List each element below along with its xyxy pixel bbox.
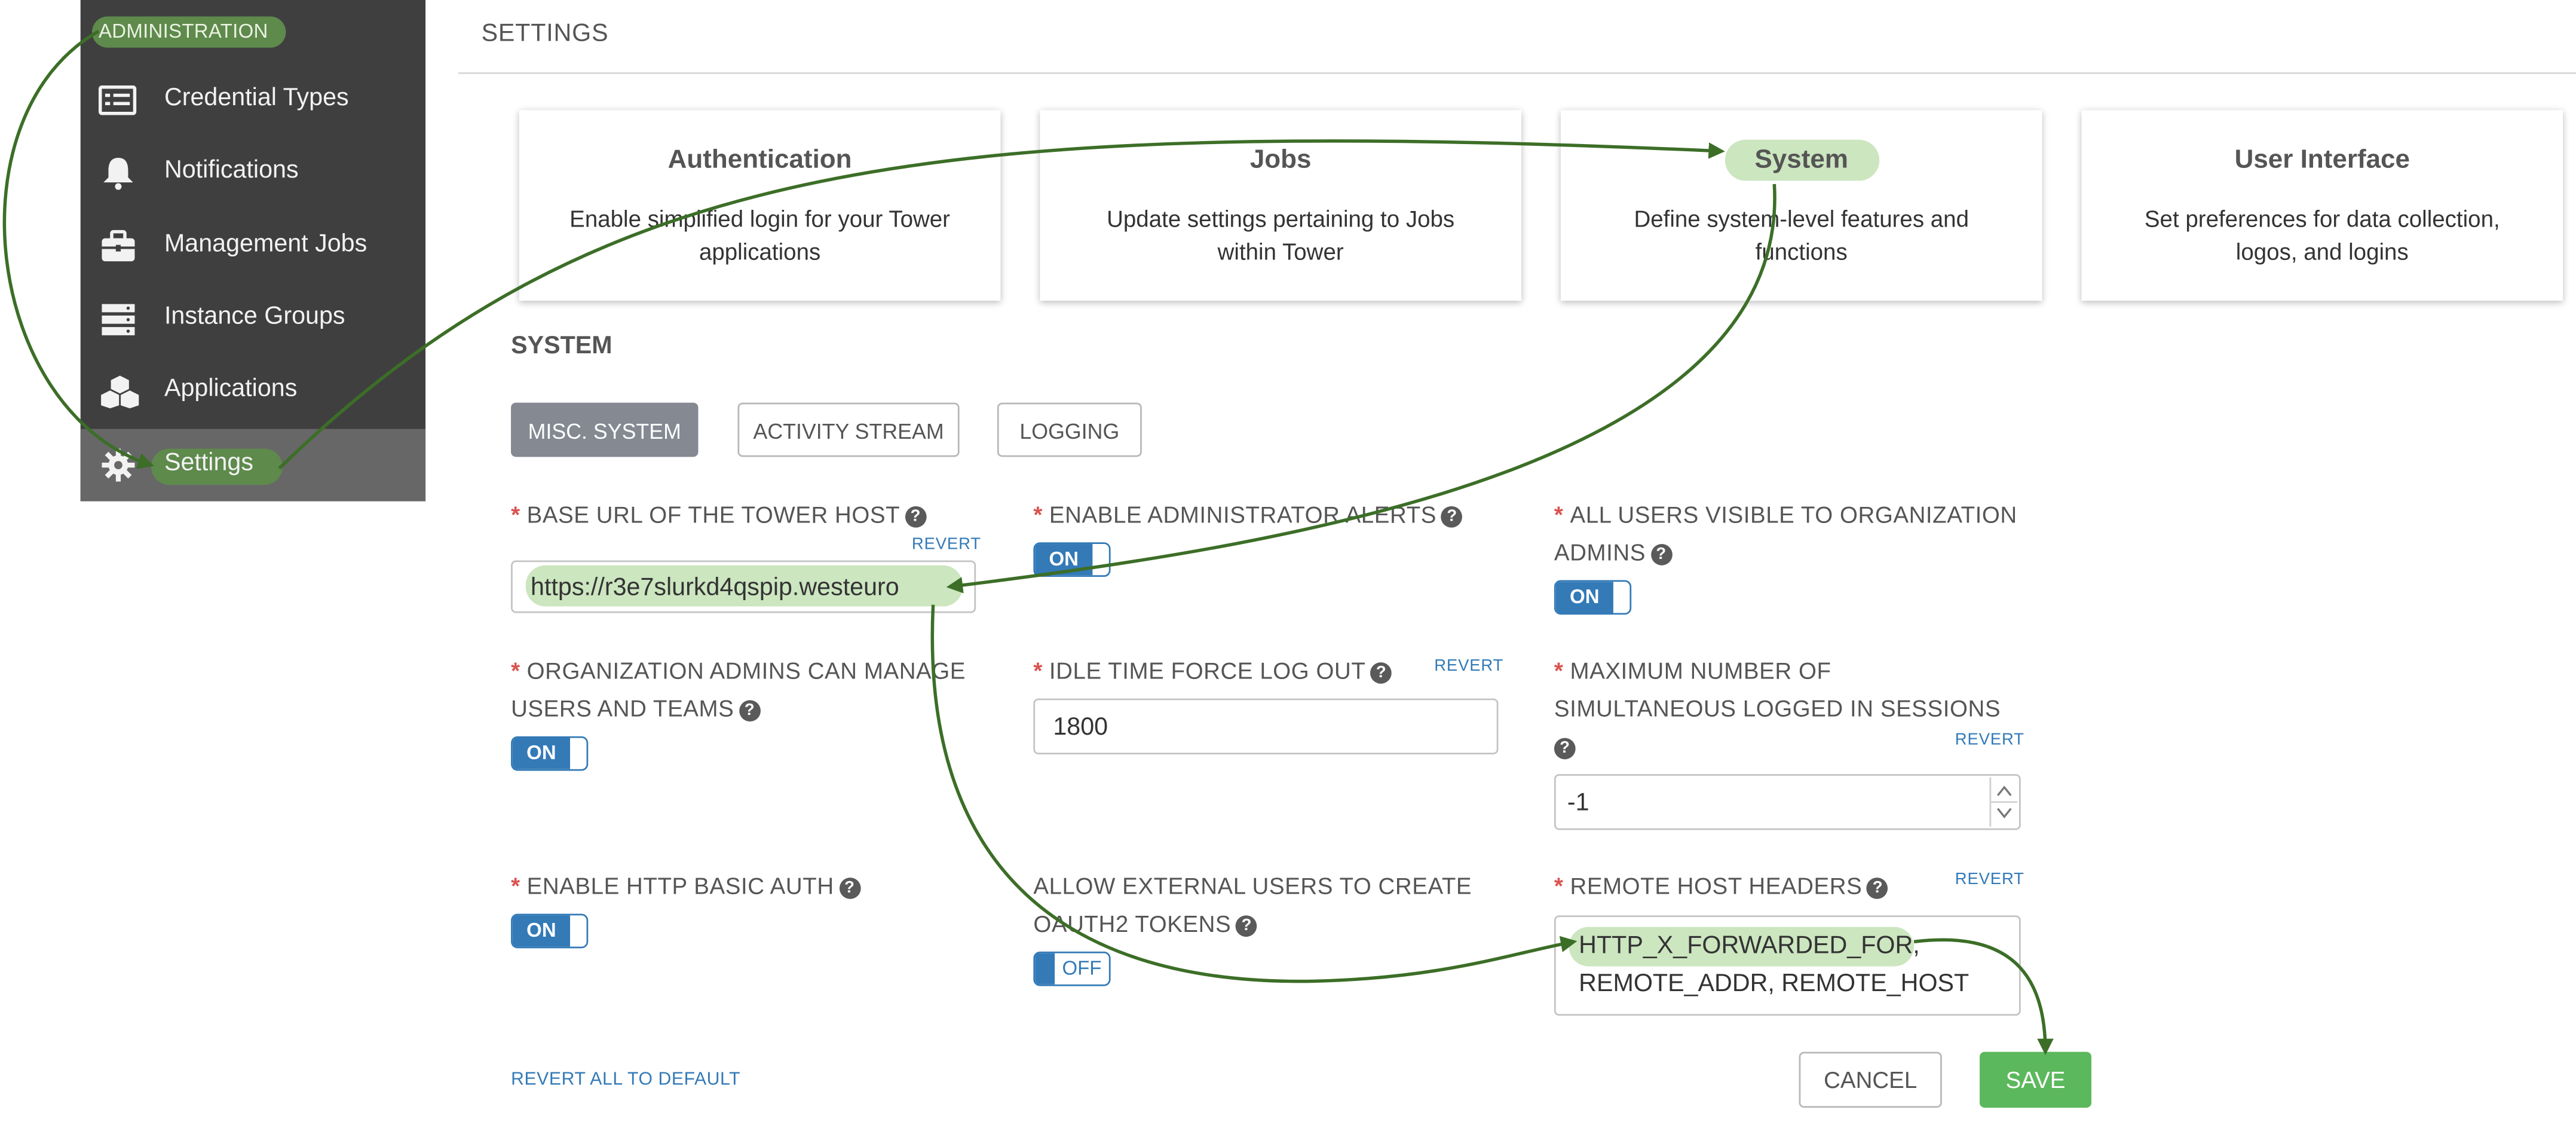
header-divider <box>458 72 2576 74</box>
all-users-visible-label: * ALL USERS VISIBLE TO ORGANIZATION ADMINS… <box>1554 501 2017 565</box>
max-sessions-input[interactable] <box>1554 774 2021 830</box>
max-sessions-value: -1 <box>1567 788 1589 817</box>
help-icon[interactable]: ? <box>1650 544 1672 565</box>
help-icon[interactable]: ? <box>1370 662 1392 684</box>
sidebar-item-instance-groups[interactable]: Instance Groups <box>81 283 425 355</box>
remote-host-headers-value-line1: HTTP_X_FORWARDED_FOR, <box>1579 931 1920 960</box>
max-sessions-revert-link[interactable]: REVERT <box>1955 731 2024 749</box>
remote-host-headers-value-line2: REMOTE_ADDR, REMOTE_HOST <box>1579 970 1969 998</box>
revert-all-link[interactable]: REVERT ALL TO DEFAULT <box>511 1070 740 1090</box>
list-card-icon <box>98 82 138 118</box>
oauth2-tokens-label: ALLOW EXTERNAL USERS TO CREATE OAUTH2 TOK… <box>1033 872 1472 937</box>
http-basic-auth-label: * ENABLE HTTP BASIC AUTH? <box>511 868 860 906</box>
help-icon[interactable]: ? <box>1441 506 1463 528</box>
card-authentication[interactable]: Authentication Enable simplified login f… <box>519 110 1001 301</box>
sidebar-item-management-jobs[interactable]: Management Jobs <box>81 210 425 283</box>
sidebar-item-credential-types[interactable]: Credential Types <box>81 64 425 136</box>
sidebar-item-label: Credential Types <box>164 84 349 112</box>
tab-misc-system[interactable]: MISC. SYSTEM <box>511 402 699 457</box>
sidebar-item-label: Notifications <box>164 156 299 184</box>
http-basic-auth-toggle[interactable]: ON <box>511 913 589 949</box>
max-sessions-label: * MAXIMUM NUMBER OF SIMULTANEOUS LOGGED IN… <box>1554 653 2001 766</box>
base-url-value: https://r3e7slurkd4qspip.westeuro <box>531 573 899 602</box>
help-icon[interactable]: ? <box>905 506 927 528</box>
card-title: User Interface <box>2234 146 2410 175</box>
card-description: Define system-level features and functio… <box>1634 205 1969 265</box>
sidebar-item-label: Applications <box>164 374 298 403</box>
card-jobs[interactable]: Jobs Update settings pertaining to Jobs … <box>1040 110 1521 301</box>
tab-activity-stream[interactable]: ACTIVITY STREAM <box>737 402 960 457</box>
admin-alerts-label: * ENABLE ADMINISTRATOR ALERTS? <box>1033 496 1463 534</box>
sidebar-item-applications[interactable]: Applications <box>81 355 425 427</box>
base-url-revert-link[interactable]: REVERT <box>912 536 981 554</box>
tab-logging[interactable]: LOGGING <box>997 402 1142 457</box>
card-user-interface[interactable]: User Interface Set preferences for data … <box>2081 110 2563 301</box>
sidebar-section-administration: ADMINISTRATION <box>91 16 286 48</box>
help-icon[interactable]: ? <box>1554 738 1576 760</box>
sidebar-item-notifications[interactable]: Notifications <box>81 136 425 209</box>
idle-timeout-revert-link[interactable]: REVERT <box>1434 658 1503 675</box>
card-title: System <box>1754 146 1848 175</box>
help-icon[interactable]: ? <box>838 878 860 899</box>
idle-timeout-label: * IDLE TIME FORCE LOG OUT? <box>1033 653 1392 690</box>
help-icon[interactable]: ? <box>1867 878 1889 899</box>
server-stack-icon <box>99 301 138 337</box>
card-title: Jobs <box>1249 146 1312 175</box>
card-title: Authentication <box>667 146 852 175</box>
remote-host-headers-label: * REMOTE HOST HEADERS? <box>1554 868 1889 906</box>
all-users-visible-toggle[interactable]: ON <box>1554 580 1632 615</box>
remote-host-headers-revert-link[interactable]: REVERT <box>1955 871 2024 889</box>
card-description: Enable simplified login for your Tower a… <box>569 205 951 265</box>
base-url-label: * BASE URL OF THE TOWER HOST? <box>511 496 927 534</box>
admin-alerts-toggle[interactable]: ON <box>1033 542 1111 577</box>
sidebar-item-label: Settings <box>164 448 253 477</box>
idle-timeout-value: 1800 <box>1053 713 1108 741</box>
save-button[interactable]: SAVE <box>1980 1051 2091 1108</box>
org-admins-manage-toggle[interactable]: ON <box>511 736 589 771</box>
cubes-icon <box>99 373 141 411</box>
card-description: Update settings pertaining to Jobs withi… <box>1107 205 1455 265</box>
help-icon[interactable]: ? <box>1236 915 1258 937</box>
bell-icon <box>99 154 138 190</box>
gear-icon <box>99 447 138 483</box>
sidebar-item-label: Instance Groups <box>164 302 345 331</box>
sidebar-item-settings-content[interactable]: Settings <box>81 429 425 502</box>
spinner-arrows-icon <box>1991 785 2018 819</box>
page-title: SETTINGS <box>481 19 609 48</box>
oauth2-tokens-toggle[interactable]: OFF <box>1033 951 1111 986</box>
cancel-button[interactable]: CANCEL <box>1799 1051 1942 1108</box>
help-icon[interactable]: ? <box>739 700 761 722</box>
card-system[interactable]: Define system-level features and functio… <box>1560 110 2042 301</box>
section-title: SYSTEM <box>511 332 612 360</box>
card-description: Set preferences for data collection, log… <box>2144 205 2500 265</box>
org-admins-manage-label: * ORGANIZATION ADMINS CAN MANAGE USERS AND… <box>511 657 966 722</box>
sidebar-item-label: Management Jobs <box>164 230 367 258</box>
number-spinner[interactable] <box>1989 777 2018 827</box>
briefcase-icon <box>99 228 138 264</box>
